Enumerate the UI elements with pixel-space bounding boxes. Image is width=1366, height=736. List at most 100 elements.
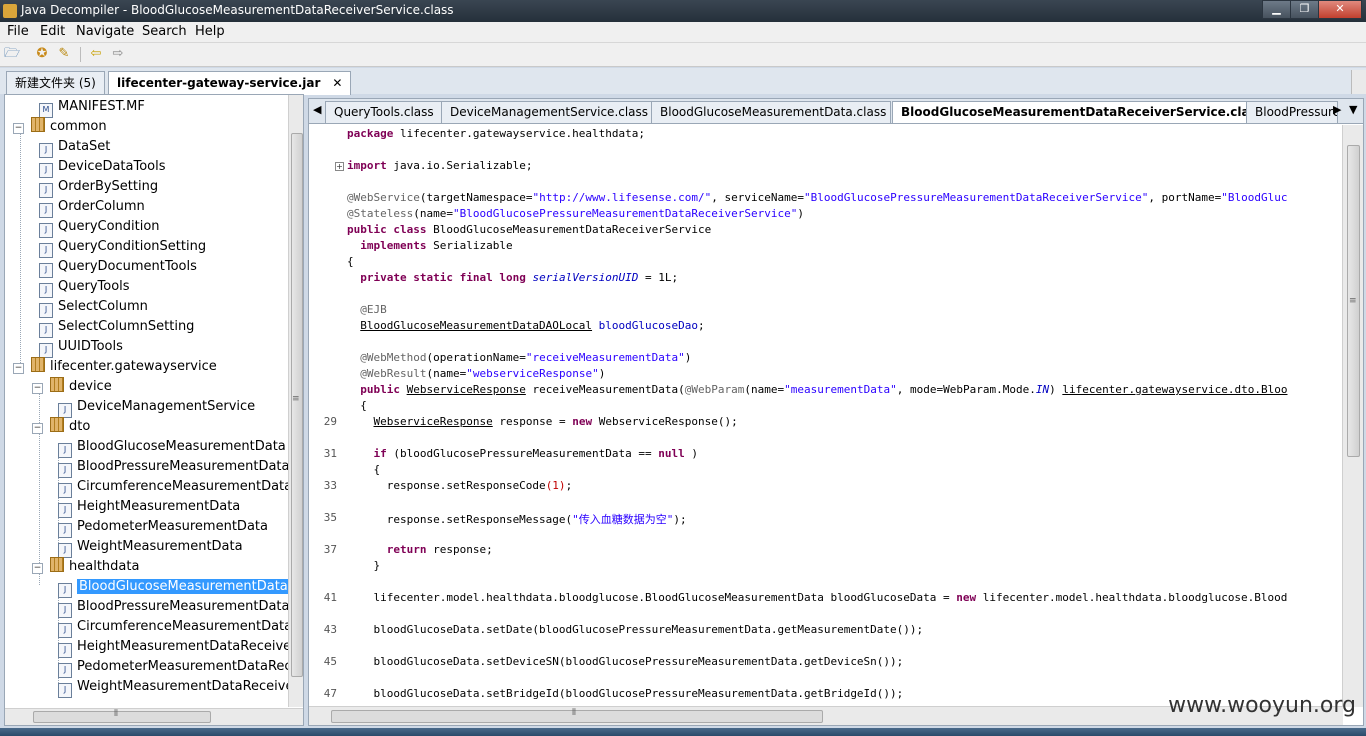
code-token: = 1L; xyxy=(638,271,679,284)
tree-item[interactable]: J QueryCondition xyxy=(39,217,160,238)
tree-item[interactable]: J QueryDocumentTools xyxy=(39,257,197,278)
open-type-icon[interactable]: ✪ xyxy=(33,46,51,62)
tab-receiverservice[interactable]: BloodGlucoseMeasurementDataReceiverServi… xyxy=(892,101,1250,123)
code-view[interactable]: 29 31 33 35 37 41 43 45 47 package lifecenter.ga… xyxy=(309,125,1341,707)
tree-item[interactable]: J DeviceManagementService xyxy=(58,397,256,418)
java-class-icon: J xyxy=(58,683,72,698)
tree-item[interactable]: − common xyxy=(13,117,107,137)
tree-item-label: HeightMeasurementDataReceiverS xyxy=(77,639,304,654)
code-token: } xyxy=(347,559,381,572)
code-token: new xyxy=(572,415,593,428)
tree-item[interactable]: − dto xyxy=(32,417,90,437)
tree-item[interactable]: J DataSet xyxy=(39,137,110,158)
top-right-scroll[interactable] xyxy=(1351,70,1366,94)
code-token: bloodGlucoseData.setDeviceSN(bloodGlucos… xyxy=(347,655,904,668)
tree-item-label: DeviceManagementService xyxy=(77,399,256,414)
code-token: "measurementData" xyxy=(784,383,897,396)
editor-vertical-scrollbar[interactable]: ≡ xyxy=(1342,125,1363,707)
editor-hscroll-thumb[interactable]: ⦀ xyxy=(331,708,823,723)
tree-item[interactable]: J QueryTools xyxy=(39,277,130,298)
expand-fold-icon[interactable]: + xyxy=(335,162,344,171)
tree-item-label: WeightMeasurementData xyxy=(77,539,243,554)
tab-list-icon[interactable]: ▼ xyxy=(1349,103,1357,116)
java-class-icon: J xyxy=(58,643,72,658)
tab-querytools[interactable]: QueryTools.class xyxy=(325,101,443,123)
tab-scroll-right-icon[interactable]: ▶ xyxy=(1333,103,1341,116)
tree-item[interactable]: − device xyxy=(32,377,112,397)
tree-item[interactable]: J BloodPressureMeasurementData xyxy=(58,457,290,478)
menu-help[interactable]: Help xyxy=(195,24,225,39)
code-token: (targetNamespace= xyxy=(419,191,533,204)
back-arrow-icon[interactable]: ⇦ xyxy=(87,46,105,62)
code-line: { xyxy=(347,255,354,268)
tree-horizontal-scrollbar[interactable]: ⦀ xyxy=(5,708,303,725)
tree-item[interactable]: J OrderColumn xyxy=(39,197,145,218)
code-token: "webserviceResponse" xyxy=(466,367,599,380)
tree-item[interactable]: J SelectColumnSetting xyxy=(39,317,194,338)
tree-item[interactable]: − healthdata xyxy=(32,557,139,577)
forward-arrow-icon[interactable]: ⇨ xyxy=(109,46,127,62)
reference-icon[interactable]: ✎ xyxy=(55,46,73,62)
tree-item[interactable]: J QueryConditionSetting xyxy=(39,237,207,258)
code-token: receiveMeasurementData( xyxy=(525,383,685,396)
tree-item[interactable]: J SelectColumn xyxy=(39,297,148,318)
collapse-icon[interactable]: − xyxy=(13,363,24,374)
tree-item[interactable]: J PedometerMeasurementDataRece xyxy=(58,657,300,678)
code-token: null xyxy=(658,447,685,460)
tree-item[interactable]: J PedometerMeasurementData xyxy=(58,517,268,538)
tab-scroll-left-icon[interactable]: ◀ xyxy=(313,103,321,116)
close-tab-icon[interactable]: ✕ xyxy=(332,76,342,90)
code-token: ; xyxy=(698,319,705,332)
tree-item[interactable]: J HeightMeasurementDataReceiverS xyxy=(58,637,304,658)
editor-scroll-thumb[interactable]: ≡ xyxy=(1347,145,1360,457)
tree-item[interactable]: J BloodGlucoseMeasurementDataR xyxy=(58,577,299,598)
tree-hscroll-thumb[interactable]: ⦀ xyxy=(33,709,211,723)
tree-item-label: QueryConditionSetting xyxy=(58,239,207,254)
tree-item[interactable]: J HeightMeasurementData xyxy=(58,497,240,518)
tree-item[interactable]: J CircumferenceMeasurementDataR xyxy=(58,617,301,638)
collapse-icon[interactable]: − xyxy=(13,123,24,134)
code-line: bloodGlucoseData.setDeviceSN(bloodGlucos… xyxy=(347,655,903,668)
java-class-icon: J xyxy=(39,163,53,178)
code-line: import java.io.Serializable; xyxy=(347,159,532,172)
collapse-icon[interactable]: − xyxy=(32,383,43,394)
tab-new-folder[interactable]: 新建文件夹 (5) xyxy=(6,71,105,94)
menu-navigate[interactable]: Navigate xyxy=(76,24,134,39)
code-token: response.setResponseMessage( xyxy=(347,513,573,526)
tree-vertical-scrollbar[interactable]: ≡ xyxy=(288,95,303,707)
open-file-icon[interactable]: 🗁 xyxy=(3,46,21,62)
collapse-icon[interactable]: − xyxy=(32,423,43,434)
hscroll-grip: ⦀ xyxy=(572,708,576,718)
tree-scroll-thumb[interactable]: ≡ xyxy=(291,133,303,677)
tab-devicemanagementservice[interactable]: DeviceManagementService.class xyxy=(441,101,653,123)
tree-item[interactable]: J OrderBySetting xyxy=(39,177,158,198)
code-token: "传入血糖数据为空" xyxy=(572,513,674,526)
collapse-icon[interactable]: − xyxy=(32,563,43,574)
line-number: 37 xyxy=(323,543,337,556)
tree-item[interactable]: M MANIFEST.MF xyxy=(39,97,145,118)
close-button[interactable]: ✕ xyxy=(1318,0,1362,19)
tree-item[interactable]: J UUIDTools xyxy=(39,337,123,358)
code-line: bloodGlucoseData.setDate(bloodGlucosePre… xyxy=(347,623,923,636)
code-line: response.setResponseMessage("传入血糖数据为空"); xyxy=(347,511,687,527)
tree-item[interactable]: J BloodPressureMeasurementDataR xyxy=(58,597,299,618)
tree-item[interactable]: J BloodGlucoseMeasurementData xyxy=(58,437,286,458)
minimize-button[interactable]: ▁ xyxy=(1262,0,1291,19)
menu-search[interactable]: Search xyxy=(142,24,187,39)
tab-label: lifecenter-gateway-service.jar xyxy=(117,76,321,90)
menu-edit[interactable]: Edit xyxy=(40,24,65,39)
tree-item[interactable]: J WeightMeasurementDataReceiver xyxy=(58,677,299,698)
tab-lifecenter-jar[interactable]: lifecenter-gateway-service.jar ✕ xyxy=(108,71,352,95)
tab-bloodglucosemeasurementdata[interactable]: BloodGlucoseMeasurementData.class xyxy=(651,101,891,123)
tree-item[interactable]: J WeightMeasurementData xyxy=(58,537,243,558)
tree-item[interactable]: J CircumferenceMeasurementData xyxy=(58,477,292,498)
code-token: { xyxy=(347,463,381,476)
tree-item[interactable]: − lifecenter.gatewayservice xyxy=(13,357,217,377)
tab-bloodpressure[interactable]: BloodPressure xyxy=(1246,101,1338,123)
tree-item[interactable]: J DeviceDataTools xyxy=(39,157,166,178)
code-token: lifecenter.model.healthdata.bloodglucose… xyxy=(347,591,957,604)
maximize-button[interactable]: ❐ xyxy=(1290,0,1319,19)
menu-file[interactable]: File xyxy=(7,24,29,39)
code-token: ) xyxy=(691,447,699,460)
